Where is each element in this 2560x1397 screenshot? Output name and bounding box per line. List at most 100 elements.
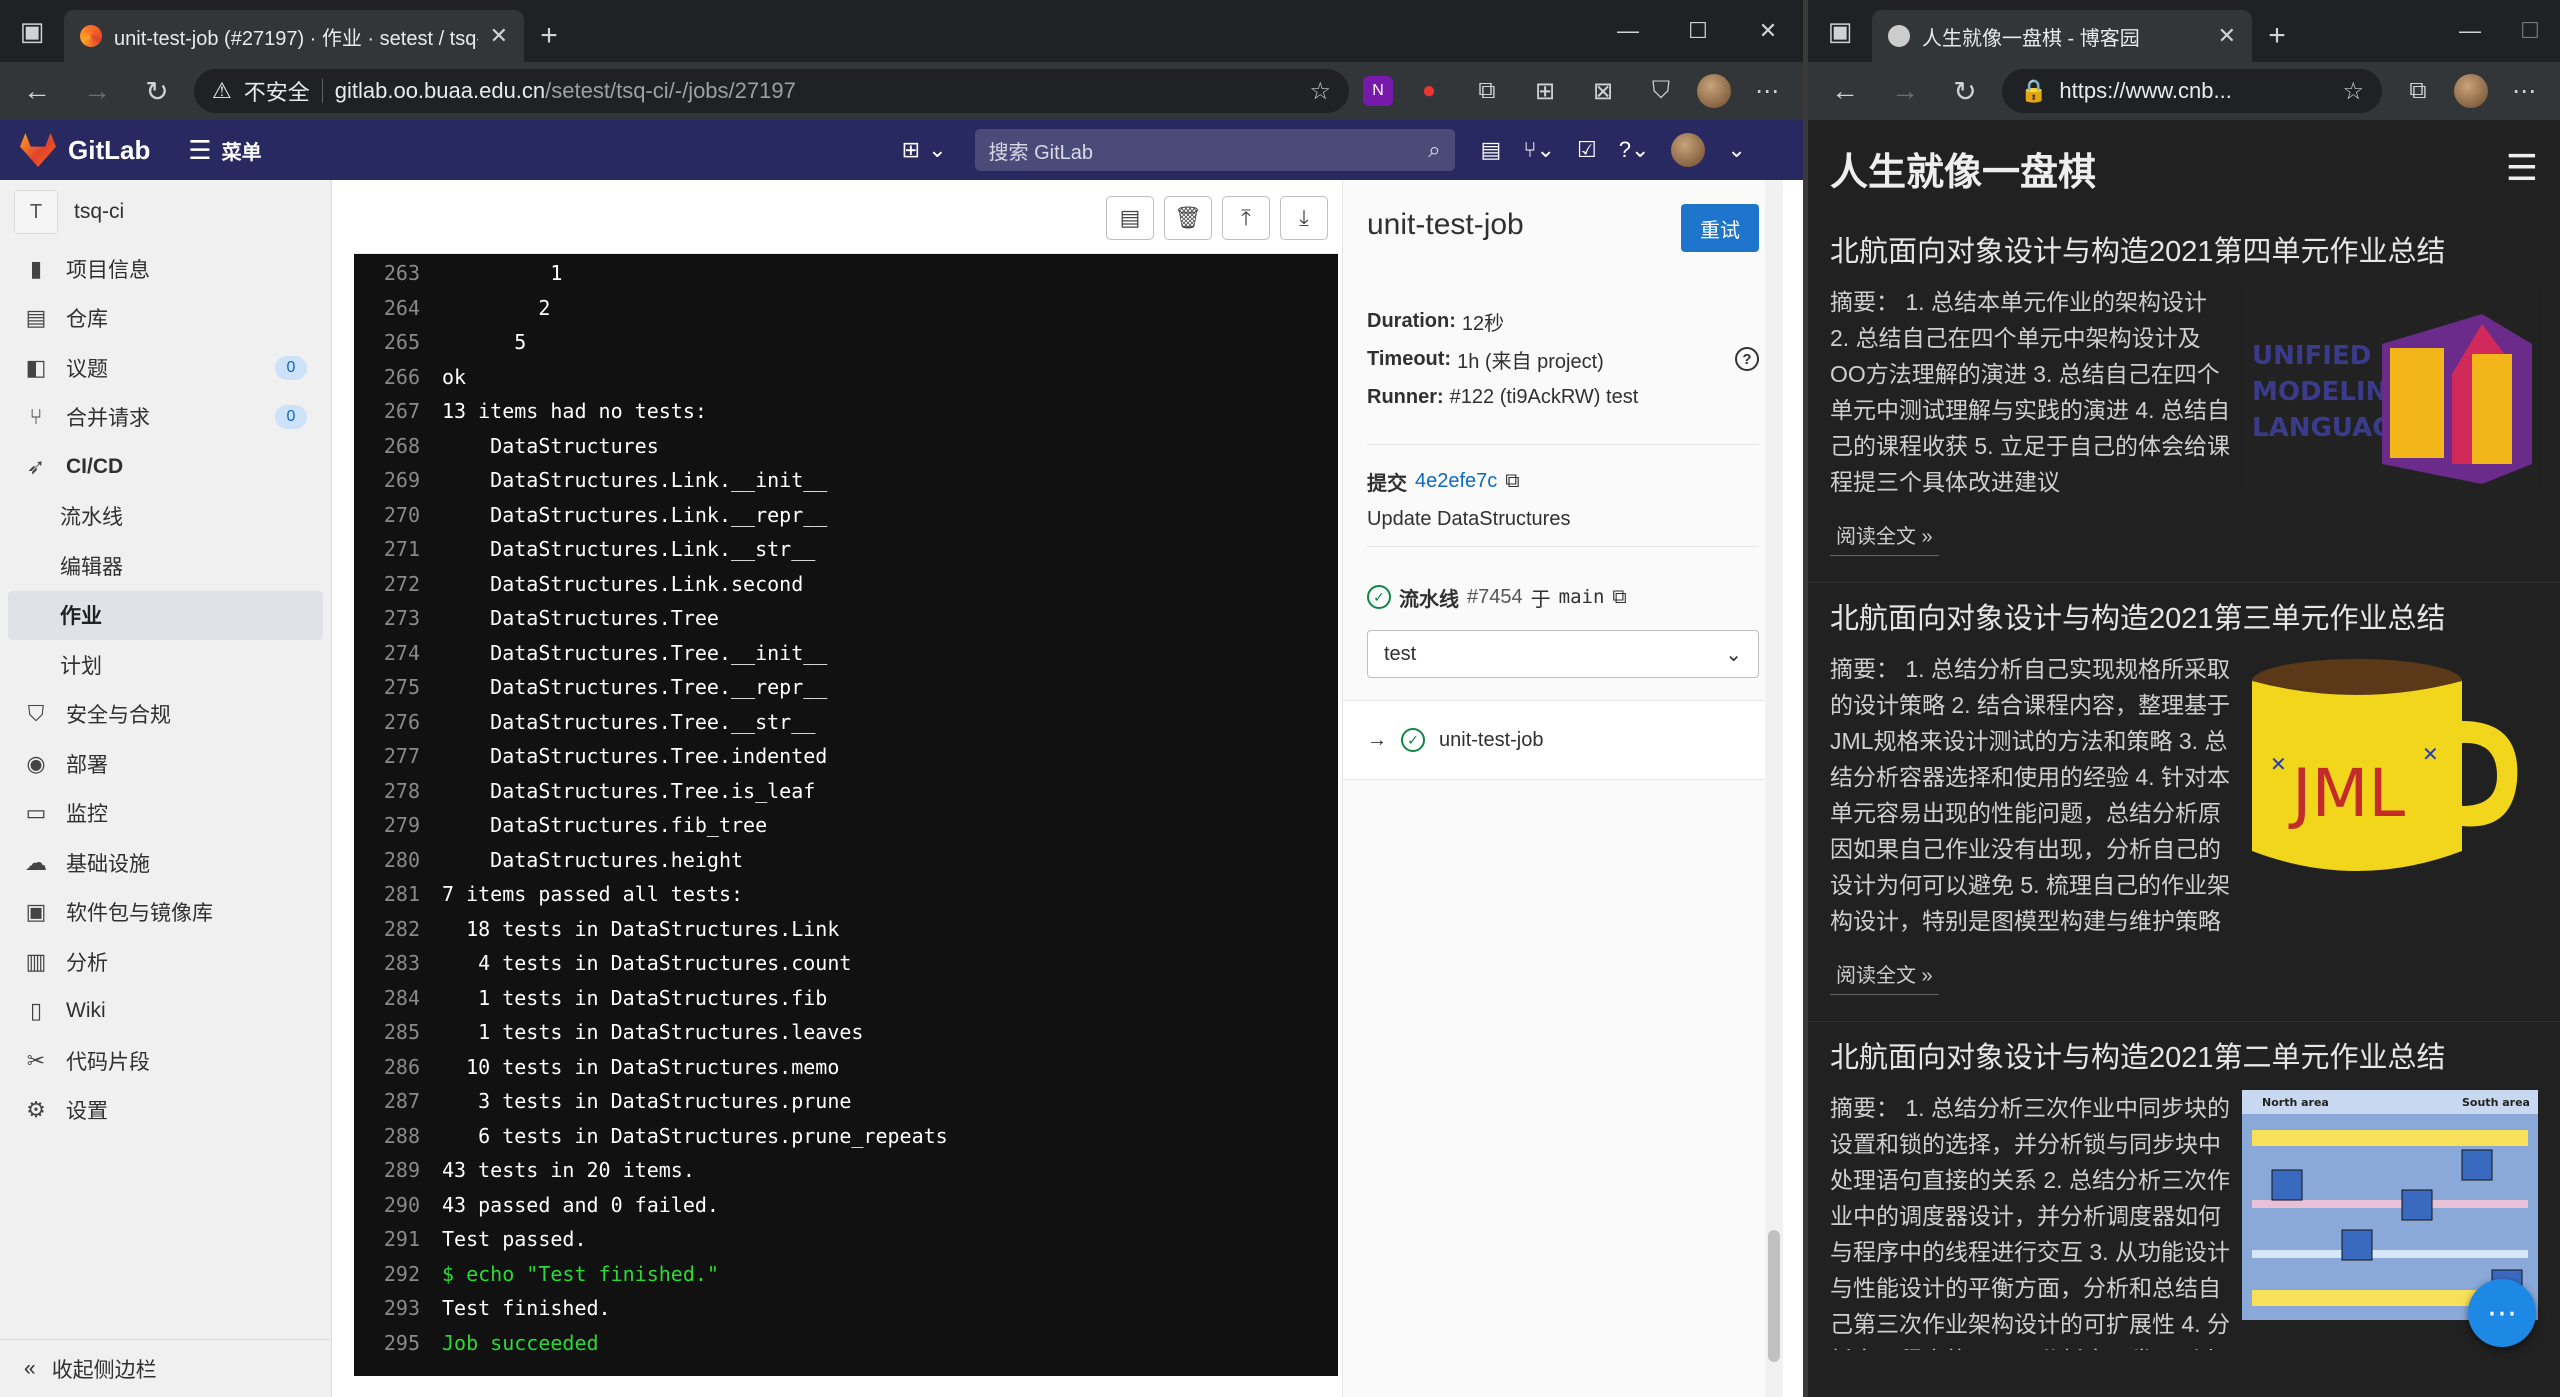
read-more-link[interactable]: 阅读全文 » — [1830, 506, 1939, 556]
line-number[interactable]: 272 — [354, 572, 442, 596]
favorite-star-icon[interactable]: ☆ — [2342, 77, 2364, 106]
sidebar-subitem-pipelines[interactable]: 流水线 — [0, 492, 331, 542]
extensions-icon[interactable]: ⧉ — [2396, 69, 2440, 113]
sidebar-item-wiki[interactable]: ▯ Wiki — [0, 987, 331, 1037]
forward-icon[interactable]: → — [74, 68, 120, 114]
scroll-top-icon[interactable]: ⤒ — [1222, 196, 1270, 240]
copy-icon[interactable]: ⧉ — [1505, 470, 1519, 493]
line-number[interactable]: 290 — [354, 1193, 442, 1217]
line-number[interactable]: 279 — [354, 813, 442, 837]
line-number[interactable]: 269 — [354, 468, 442, 492]
line-number[interactable]: 277 — [354, 744, 442, 768]
chat-bubble-button[interactable]: ⋯ — [2468, 1279, 2536, 1347]
line-number[interactable]: 295 — [354, 1331, 442, 1355]
line-number[interactable]: 283 — [354, 951, 442, 975]
line-number[interactable]: 264 — [354, 296, 442, 320]
scroll-bottom-icon[interactable]: ⤓ — [1280, 196, 1328, 240]
line-number[interactable]: 281 — [354, 882, 442, 906]
workspaces-icon[interactable]: ▣ — [1808, 0, 1872, 62]
favorite-star-icon[interactable]: ☆ — [1309, 77, 1331, 106]
job-link[interactable]: unit-test-job — [1439, 729, 1544, 752]
commit-sha-link[interactable]: 4e2efe7c — [1415, 470, 1497, 493]
close-tab-icon[interactable]: ✕ — [490, 23, 508, 49]
tab-cnblogs[interactable]: 人生就像一盘棋 - 博客园 ✕ — [1872, 10, 2252, 62]
stage-select[interactable]: test ⌄ — [1367, 630, 1759, 678]
omnibox[interactable]: 🔒 https://www.cnb... ☆ — [2002, 69, 2382, 113]
todos-icon[interactable]: ☑ — [1577, 137, 1597, 163]
sidebar-item-deployments[interactable]: ◉ 部署 — [0, 739, 331, 789]
scrollbar-thumb[interactable] — [1768, 1230, 1780, 1362]
close-window-icon[interactable]: ✕ — [1733, 0, 1803, 62]
erase-log-icon[interactable]: 🗑 — [1164, 196, 1212, 240]
back-icon[interactable]: ← — [14, 68, 60, 114]
sidebar-subitem-schedules[interactable]: 计划 — [0, 640, 331, 690]
onenote-extension-icon[interactable]: N — [1363, 76, 1393, 106]
more-menu-icon[interactable]: ⋯ — [1745, 69, 1789, 113]
line-number[interactable]: 293 — [354, 1296, 442, 1320]
line-number[interactable]: 287 — [354, 1089, 442, 1113]
read-more-link[interactable]: 阅读全文 » — [1830, 945, 1939, 995]
sidebar-item-settings[interactable]: ⚙ 设置 — [0, 1086, 331, 1136]
omnibox[interactable]: ⚠ 不安全 gitlab.oo.buaa.edu.cn/setest/tsq-c… — [194, 69, 1349, 113]
merge-requests-icon[interactable]: ⑂⌄ — [1523, 137, 1555, 163]
line-number[interactable]: 291 — [354, 1227, 442, 1251]
sidebar-item-cicd[interactable]: ➶ CI/CD — [0, 442, 331, 492]
line-number[interactable]: 285 — [354, 1020, 442, 1044]
sidebar-item-snippets[interactable]: ✂ 代码片段 — [0, 1036, 331, 1086]
hamburger-icon[interactable]: ☰ — [2506, 147, 2538, 189]
raw-log-icon[interactable]: ▤ — [1106, 196, 1154, 240]
help-icon[interactable]: ? — [1735, 347, 1759, 371]
sidebar-item-analytics[interactable]: ▥ 分析 — [0, 937, 331, 987]
line-number[interactable]: 274 — [354, 641, 442, 665]
minimize-icon[interactable]: — — [2440, 0, 2500, 62]
minimize-icon[interactable]: — — [1593, 0, 1663, 62]
sidebar-item-project-info[interactable]: ▮ 项目信息 — [0, 244, 331, 294]
sidebar-item-issues[interactable]: ◧ 议题 0 — [0, 343, 331, 393]
chevron-down-icon[interactable]: ⌄ — [1727, 137, 1745, 163]
workspaces-icon[interactable]: ▣ — [0, 0, 64, 62]
sidebar-item-merge-requests[interactable]: ⑂ 合并请求 0 — [0, 393, 331, 443]
extensions-icon[interactable]: ⧉ — [1465, 69, 1509, 113]
line-number[interactable]: 278 — [354, 779, 442, 803]
sidebar-item-security[interactable]: ⛉ 安全与合规 — [0, 690, 331, 740]
gitlab-logo[interactable]: GitLab — [20, 133, 150, 167]
profile-avatar[interactable] — [2454, 74, 2488, 108]
line-number[interactable]: 286 — [354, 1055, 442, 1079]
line-number[interactable]: 267 — [354, 399, 442, 423]
sidebar-subitem-jobs[interactable]: 作业 — [8, 590, 323, 640]
line-number[interactable]: 289 — [354, 1158, 442, 1182]
help-icon[interactable]: ?⌄ — [1619, 137, 1650, 163]
search-input[interactable]: 搜索 GitLab ⌕ — [974, 129, 1455, 171]
blog-title[interactable]: 人生就像一盘棋 — [1830, 141, 2096, 196]
post-title[interactable]: 北航面向对象设计与构造2021第四单元作业总结 — [1830, 216, 2538, 284]
sidebar-item-packages[interactable]: ▣ 软件包与镜像库 — [0, 888, 331, 938]
new-tab-button[interactable]: + — [2252, 10, 2302, 62]
new-tab-button[interactable]: + — [524, 10, 574, 62]
warning-icon[interactable]: ⚠ — [212, 78, 232, 104]
line-number[interactable]: 263 — [354, 261, 442, 285]
line-number[interactable]: 265 — [354, 330, 442, 354]
branch-name[interactable]: main — [1559, 586, 1605, 608]
line-number[interactable]: 280 — [354, 848, 442, 872]
reload-icon[interactable]: ↻ — [134, 68, 180, 114]
sidebar-item-monitor[interactable]: ▭ 监控 — [0, 789, 331, 839]
menu-button[interactable]: ☰ 菜单 — [188, 135, 261, 166]
back-icon[interactable]: ← — [1822, 68, 1868, 114]
line-number[interactable]: 276 — [354, 710, 442, 734]
retry-button[interactable]: 重试 — [1681, 204, 1759, 252]
post-title[interactable]: 北航面向对象设计与构造2021第三单元作业总结 — [1830, 583, 2538, 651]
line-number[interactable]: 271 — [354, 537, 442, 561]
line-number[interactable]: 282 — [354, 917, 442, 941]
reload-icon[interactable]: ↻ — [1942, 68, 1988, 114]
job-log[interactable]: 263 1 264 2 265 5 266 ok 267 13 items had no t… — [354, 254, 1338, 1376]
line-number[interactable]: 275 — [354, 675, 442, 699]
project-header[interactable]: T tsq-ci — [0, 180, 331, 244]
post-title[interactable]: 北航面向对象设计与构造2021第二单元作业总结 — [1830, 1022, 2538, 1090]
line-number[interactable]: 268 — [354, 434, 442, 458]
maximize-icon[interactable]: ☐ — [2500, 0, 2560, 62]
line-number[interactable]: 266 — [354, 365, 442, 389]
more-menu-icon[interactable]: ⋯ — [2502, 69, 2546, 113]
maximize-icon[interactable]: ☐ — [1663, 0, 1733, 62]
page-scrollbar[interactable] — [1765, 180, 1783, 1397]
stage-job-item[interactable]: → ✓ unit-test-job — [1343, 700, 1783, 780]
